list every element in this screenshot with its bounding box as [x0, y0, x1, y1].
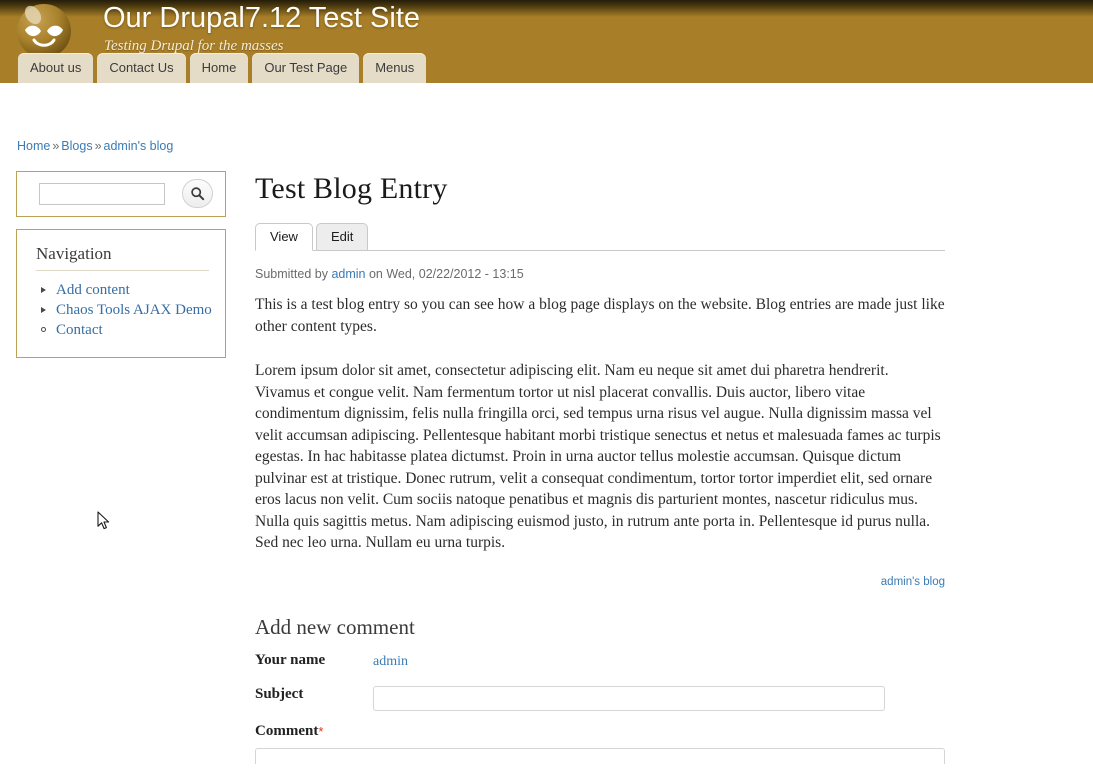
main-content: Test Blog Entry View Edit Submitted by a… — [255, 171, 945, 764]
your-name-label: Your name — [255, 651, 326, 668]
tab-view[interactable]: View — [255, 223, 313, 251]
main-menu-item-menus[interactable]: Menus — [363, 53, 427, 83]
breadcrumb-item-home[interactable]: Home — [17, 139, 50, 153]
required-marker: * — [318, 723, 324, 739]
breadcrumb: Home» Blogs» admin's blog — [17, 139, 173, 153]
submitted-byline: Submitted by admin on Wed, 02/22/2012 - … — [255, 267, 945, 281]
site-name[interactable]: Our Drupal7.12 Test Site — [103, 2, 420, 35]
breadcrumb-item-admins-blog[interactable]: admin's blog — [104, 139, 174, 153]
body-paragraph: This is a test blog entry so you can see… — [255, 296, 945, 335]
collapsed-triangle-icon — [41, 287, 46, 293]
breadcrumb-separator: » — [94, 139, 102, 153]
submitted-prefix: Submitted by — [255, 267, 332, 281]
admins-blog-link[interactable]: admin's blog — [881, 576, 945, 588]
main-menu-item-contact-us[interactable]: Contact Us — [97, 53, 186, 83]
comment-textarea[interactable] — [255, 747, 945, 764]
mouse-cursor — [97, 511, 111, 536]
sidebar-first: Navigation Add content Chaos Tools AJAX … — [16, 171, 226, 370]
search-input[interactable] — [39, 183, 165, 205]
navigation-block: Navigation Add content Chaos Tools AJAX … — [16, 229, 226, 358]
tab-edit[interactable]: Edit — [315, 223, 369, 251]
main-menu: About us Contact Us Home Our Test Page M… — [18, 53, 427, 83]
subject-label: Subject — [255, 685, 304, 702]
list-item: Add content — [40, 281, 225, 300]
subject-input[interactable] — [373, 685, 885, 711]
drupal-drop-logo-icon[interactable] — [15, 2, 73, 60]
search-block — [16, 171, 226, 217]
main-menu-item-home[interactable]: Home — [189, 53, 249, 83]
your-name-row: Your name admin — [255, 652, 945, 674]
site-header: Our Drupal7.12 Test Site Testing Drupal … — [0, 0, 1093, 83]
submitted-suffix: on Wed, 02/22/2012 - 13:15 — [365, 267, 524, 281]
your-name-value[interactable]: admin — [373, 654, 408, 669]
main-menu-item-our-test-page[interactable]: Our Test Page — [252, 53, 360, 83]
nav-item-add-content[interactable]: Add content — [56, 282, 130, 298]
divider — [36, 270, 209, 271]
content-tabs-wrapper: View Edit — [255, 223, 945, 251]
search-icon — [191, 187, 205, 201]
list-item: Contact — [40, 321, 225, 340]
search-button[interactable] — [182, 179, 213, 208]
navigation-block-title: Navigation — [36, 244, 112, 263]
nav-item-contact[interactable]: Contact — [56, 322, 103, 338]
nav-item-chaos-tools-ajax-demo[interactable]: Chaos Tools AJAX Demo — [56, 302, 212, 318]
leaf-circle-icon — [41, 327, 46, 332]
breadcrumb-separator: » — [52, 139, 60, 153]
list-item: Chaos Tools AJAX Demo — [40, 301, 225, 320]
main-menu-item-about-us[interactable]: About us — [18, 53, 94, 83]
add-comment-title: Add new comment — [255, 614, 415, 639]
blog-link-row: admin's blog — [255, 576, 945, 588]
page-title: Test Blog Entry — [255, 172, 448, 205]
content-tabs: View Edit — [255, 223, 369, 251]
comment-label: Comment — [255, 722, 319, 739]
comment-row: Comment* — [255, 723, 945, 764]
subject-row: Subject — [255, 685, 945, 711]
navigation-menu: Add content Chaos Tools AJAX Demo Contac… — [17, 281, 225, 340]
page-body: Home» Blogs» admin's blog Navigation Add c… — [0, 83, 1093, 774]
collapsed-triangle-icon — [41, 307, 46, 313]
breadcrumb-item-blogs[interactable]: Blogs — [61, 139, 92, 153]
body-paragraph: Lorem ipsum dolor sit amet, consectetur … — [255, 362, 941, 551]
submitted-author-link[interactable]: admin — [331, 267, 365, 281]
